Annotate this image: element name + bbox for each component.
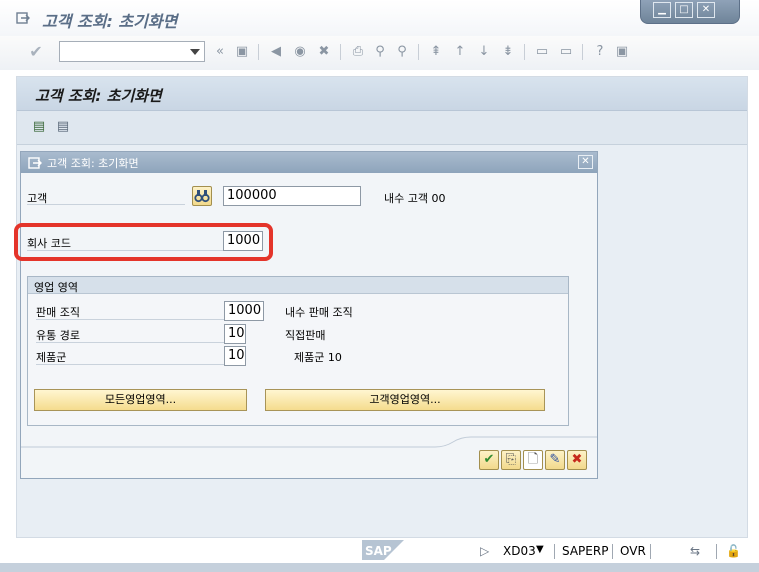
customer-description: 내수 고객 00 — [384, 192, 446, 205]
enter-icon[interactable]: ✔ — [28, 44, 44, 60]
status-separator — [612, 544, 613, 559]
close-button[interactable]: ✕ — [697, 2, 715, 18]
division-input[interactable]: 10 — [224, 346, 246, 366]
dialog-title: 고객 조회: 초기화면 — [47, 157, 139, 170]
exit-nav-icon[interactable]: ◉ — [292, 44, 308, 60]
dialog-titlebar: 고객 조회: 초기화면 ✕ — [21, 152, 597, 173]
connection-icon: ⇆ — [690, 544, 701, 558]
sales-org-input[interactable]: 1000 — [224, 301, 264, 321]
new-selection-button[interactable]: ⎘ — [501, 450, 521, 470]
command-field[interactable] — [59, 41, 205, 62]
page-header: 고객 조회: 초기화면 — [17, 77, 747, 111]
application-toolbar: ▤ ▤ — [17, 111, 747, 145]
exit-icon — [28, 157, 42, 169]
chevron-down-icon[interactable]: ▼ — [536, 544, 544, 555]
toolbar-separator — [582, 44, 583, 60]
chevron-down-icon[interactable] — [190, 49, 200, 55]
label-underline — [36, 364, 224, 365]
dialog-footer-divider — [21, 436, 597, 448]
sap-logo: SAP — [362, 540, 404, 560]
system-name: SAPERP — [562, 544, 609, 558]
all-sales-areas-button[interactable]: 모든영업영역... — [34, 389, 247, 411]
insert-mode: OVR — [620, 544, 646, 558]
transaction-code: XD03 — [503, 544, 536, 558]
last-page-icon[interactable]: ⇟ — [500, 44, 516, 60]
cancel-icon[interactable]: ✖ — [316, 44, 332, 60]
svg-text:SAP: SAP — [365, 544, 392, 558]
distribution-channel-label: 유통 경로 — [36, 329, 80, 342]
window-titlebar: 고객 조회: 초기화면 ▁ □ ✕ — [0, 0, 759, 36]
document-edit-icon[interactable]: ▤ — [31, 119, 47, 135]
search-help-button[interactable] — [192, 186, 212, 206]
window-controls: ▁ □ ✕ — [640, 0, 740, 24]
toolbar-separator — [524, 44, 525, 60]
back-arrows-icon[interactable]: « — [212, 44, 228, 60]
label-underline — [36, 342, 224, 343]
sales-area-group: 영업 영역 판매 조직 1000 내수 판매 조직 유통 경로 10 직접판매 … — [27, 276, 569, 426]
status-separator — [554, 544, 555, 559]
sales-org-label: 판매 조직 — [36, 306, 80, 319]
dialog-close-button[interactable]: ✕ — [578, 155, 593, 169]
label-underline — [36, 319, 224, 320]
create-document-button[interactable]: 🗋 — [523, 450, 543, 470]
previous-page-icon[interactable]: ↑ — [452, 44, 468, 60]
label-underline — [27, 204, 185, 205]
document-display-icon[interactable]: ▤ — [55, 119, 71, 135]
binoculars-icon — [194, 190, 210, 203]
next-page-icon[interactable]: ↓ — [476, 44, 492, 60]
customer-sales-areas-button[interactable]: 고객영업영역... — [265, 389, 545, 411]
back-icon[interactable]: ◀ — [268, 44, 284, 60]
minimize-button[interactable]: ▁ — [653, 2, 671, 18]
layout-menu-icon[interactable]: ▣ — [614, 44, 630, 60]
division-description: 제품군 10 — [294, 351, 342, 364]
save-icon[interactable]: ▣ — [234, 44, 250, 60]
company-code-highlight — [14, 223, 273, 261]
toolbar-separator — [418, 44, 419, 60]
print-icon[interactable]: ⎙ — [350, 44, 366, 60]
distribution-channel-input[interactable]: 10 — [224, 324, 246, 344]
bottom-strip — [0, 563, 759, 572]
find-icon[interactable]: ⚲ — [372, 44, 388, 60]
status-separator — [716, 544, 717, 559]
help-icon[interactable]: ? — [592, 44, 608, 60]
first-page-icon[interactable]: ⇞ — [428, 44, 444, 60]
edit-pencil-button[interactable]: ✎ — [545, 450, 565, 470]
sales-area-title: 영업 영역 — [34, 281, 78, 294]
new-session-icon[interactable]: ▭ — [534, 44, 550, 60]
selection-dialog: 고객 조회: 초기화면 ✕ 고객 100000 내수 고객 00 회사 코드 1… — [20, 151, 598, 479]
distribution-channel-description: 직접판매 — [285, 329, 326, 342]
continue-button[interactable]: ✔ — [479, 450, 499, 470]
find-next-icon[interactable]: ⚲ — [394, 44, 410, 60]
group-header: 영업 영역 — [28, 277, 568, 294]
exit-icon — [16, 12, 30, 24]
window-title: 고객 조회: 초기화면 — [42, 12, 178, 31]
unlock-icon[interactable]: 🔓 — [726, 544, 741, 558]
maximize-button[interactable]: □ — [675, 2, 693, 18]
cancel-button[interactable]: ✖ — [567, 450, 587, 470]
toolbar-separator — [340, 44, 341, 60]
status-separator — [650, 544, 651, 559]
sales-org-description: 내수 판매 조직 — [285, 306, 353, 319]
toolbar-separator — [258, 44, 259, 60]
page-title: 고객 조회: 초기화면 — [35, 87, 162, 105]
customer-input[interactable]: 100000 — [223, 186, 361, 206]
division-label: 제품군 — [36, 351, 67, 364]
system-toolbar: ✔ « ▣ ◀ ◉ ✖ ⎙ ⚲ ⚲ ⇞ ↑ ↓ ⇟ ▭ ▭ ? ▣ — [0, 36, 759, 70]
shortcut-icon[interactable]: ▭ — [558, 44, 574, 60]
status-expand-icon[interactable]: ▷ — [480, 544, 489, 558]
